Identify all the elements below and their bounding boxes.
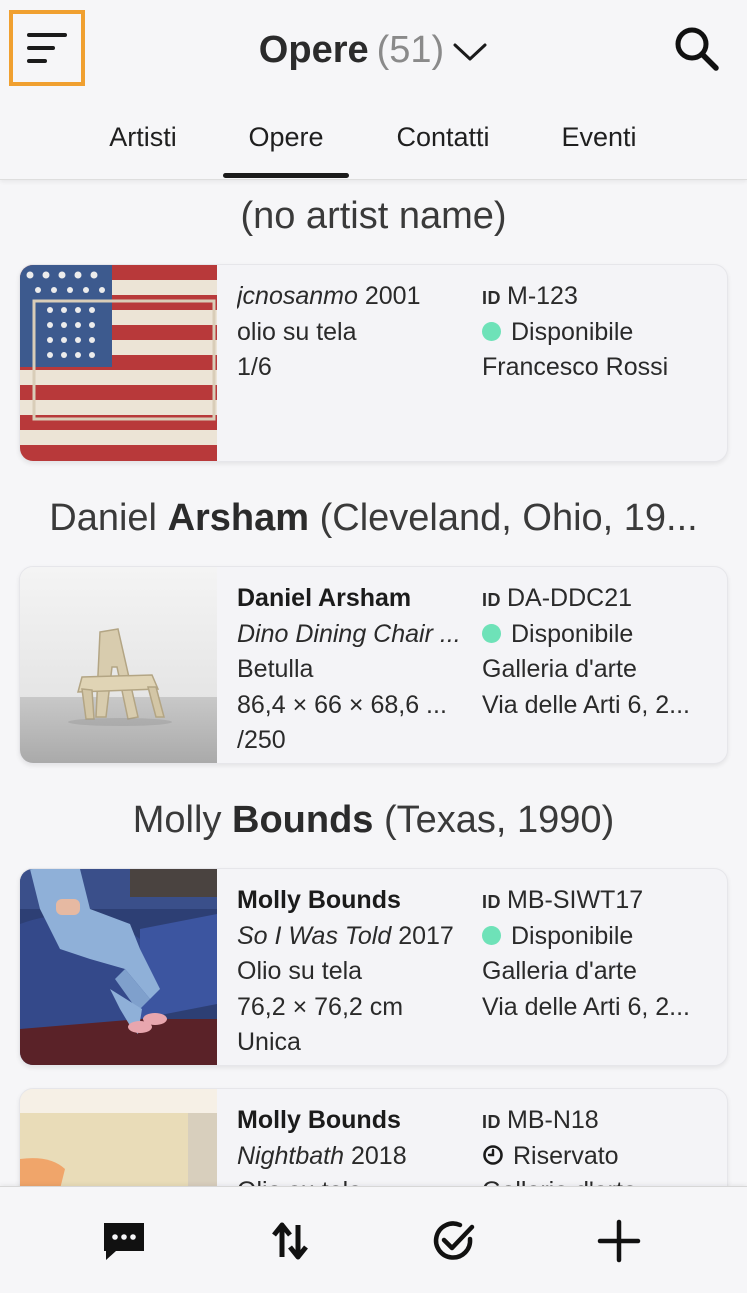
app-root: Opere (51) Artisti Opere Contatti Eventi …	[0, 0, 747, 1293]
group-header-daniel-arsham: Daniel Arsham (Cleveland, Ohio, 19...	[0, 494, 747, 542]
artwork-id: MB-N18	[507, 1106, 599, 1134]
artwork-meta: ID M-123 Disponibile Francesco Rossi	[482, 279, 722, 386]
artwork-artist: Daniel Arsham	[237, 584, 412, 612]
clock-icon	[483, 1144, 503, 1165]
artwork-thumbnail-chair	[20, 567, 217, 763]
bottom-toolbar	[0, 1186, 747, 1293]
artwork-thumbnail-seated-figure	[20, 869, 217, 1065]
tab-artisti[interactable]: Artisti	[92, 112, 194, 180]
available-status-dot	[482, 925, 501, 945]
available-status-dot	[482, 321, 501, 341]
plus-icon[interactable]	[595, 1217, 643, 1265]
artwork-medium: olio su tela	[237, 317, 357, 346]
artwork-card[interactable]: jcnosanmo 2001 olio su tela 1/6 ID M-123 …	[19, 264, 728, 462]
artwork-thumbnail-nightbath	[20, 1089, 217, 1186]
artwork-location: Galleria d'arte	[482, 655, 637, 683]
artwork-dimensions: 86,4 × 66 × 68,6 ...	[237, 690, 447, 719]
artwork-medium: Betulla	[237, 655, 314, 683]
artwork-title: Nightbath	[237, 1141, 345, 1170]
artwork-artist: Molly Bounds	[237, 1106, 401, 1134]
artwork-artist: Molly Bounds	[237, 886, 401, 914]
artwork-title-year: So I Was Told 2017	[237, 919, 467, 955]
artwork-title-year: jcnosanmo 2001	[237, 279, 467, 315]
status-label: Disponibile	[511, 921, 634, 950]
tab-eventi[interactable]: Eventi	[540, 112, 658, 180]
active-tab-indicator	[223, 173, 349, 178]
artwork-list[interactable]: (no artist name) jcnosanmo 2001 olio su …	[0, 180, 747, 1186]
available-status-dot	[482, 623, 501, 643]
group-header-details: (Cleveland, Ohio, 19...	[309, 497, 698, 539]
artwork-info: Molly Bounds So I Was Told 2017 Olio su …	[237, 883, 467, 1061]
search-icon[interactable]	[672, 24, 722, 74]
artwork-card[interactable]: Molly Bounds Nightbath 2018 Olio su tela…	[19, 1088, 728, 1186]
artwork-info: jcnosanmo 2001 olio su tela 1/6	[237, 279, 467, 386]
chevron-down-icon	[453, 43, 487, 61]
top-header: Opere (51) Artisti Opere Contatti Eventi	[0, 0, 747, 180]
artwork-status: Disponibile	[482, 919, 722, 955]
artwork-meta: ID DA-DDC21 Disponibile Galleria d'arte V…	[482, 581, 722, 723]
artwork-title-year: Dino Dining Chair ...	[237, 617, 467, 653]
artwork-address: Via delle Arti 6, 2...	[482, 992, 690, 1021]
artwork-title: So I Was Told	[237, 921, 392, 950]
artwork-meta: ID MB-N18 Riservato Galleria d'arte	[482, 1103, 722, 1186]
artwork-meta: ID MB-SIWT17 Disponibile Galleria d'arte …	[482, 883, 722, 1025]
id-tag: ID	[482, 1112, 501, 1132]
artwork-id-line: ID M-123	[482, 279, 722, 315]
artwork-status: Riservato	[482, 1139, 722, 1175]
artwork-edition: 1/6	[237, 353, 272, 381]
id-tag: ID	[482, 590, 501, 610]
status-label: Riservato	[513, 1141, 619, 1170]
group-header-details: (Texas, 1990)	[373, 799, 615, 841]
id-tag: ID	[482, 288, 501, 308]
tab-bar: Artisti Opere Contatti Eventi	[0, 112, 747, 180]
artwork-location: Galleria d'arte	[482, 957, 637, 985]
sort-icon[interactable]	[266, 1217, 314, 1265]
artwork-id: M-123	[507, 282, 578, 310]
group-header-first: Molly	[132, 799, 232, 841]
artwork-title-year: Nightbath 2018	[237, 1139, 467, 1175]
artwork-card[interactable]: Daniel Arsham Dino Dining Chair ... Betu…	[19, 566, 728, 764]
group-header-text: (no artist name)	[240, 195, 507, 237]
status-label: Disponibile	[511, 619, 634, 648]
artwork-id-line: ID DA-DDC21	[482, 581, 722, 617]
artwork-location: Galleria d'arte	[482, 1174, 722, 1186]
item-count: (51)	[376, 29, 445, 71]
artwork-year: 2018	[350, 1141, 407, 1170]
artwork-address: Via delle Arti 6, 2...	[482, 690, 690, 719]
group-header-first: Daniel	[49, 497, 168, 539]
id-tag: ID	[482, 892, 501, 912]
group-header-no-artist: (no artist name)	[0, 192, 747, 240]
artwork-edition: /250	[237, 726, 286, 754]
artwork-edition: Unica	[237, 1028, 301, 1056]
artwork-info: Molly Bounds Nightbath 2018 Olio su tela	[237, 1103, 467, 1186]
artwork-card[interactable]: Molly Bounds So I Was Told 2017 Olio su …	[19, 868, 728, 1066]
artwork-title: Dino Dining Chair ...	[237, 619, 461, 648]
tab-opere[interactable]: Opere	[223, 112, 349, 180]
artwork-id-line: ID MB-SIWT17	[482, 883, 722, 919]
chat-icon[interactable]	[100, 1217, 148, 1265]
artwork-location: Francesco Rossi	[482, 353, 669, 381]
artwork-id: DA-DDC21	[507, 584, 633, 612]
check-circle-icon[interactable]	[430, 1217, 478, 1265]
tab-contatti[interactable]: Contatti	[378, 112, 508, 180]
page-title-text: Opere	[258, 29, 369, 71]
page-title[interactable]: Opere (51)	[0, 26, 747, 74]
artwork-year: 2017	[398, 921, 454, 950]
artwork-id-line: ID MB-N18	[482, 1103, 722, 1139]
artwork-medium: Olio su tela	[237, 1174, 467, 1186]
status-label: Disponibile	[511, 317, 634, 346]
artwork-year: 2001	[364, 282, 421, 310]
artwork-status: Disponibile	[482, 315, 722, 351]
group-header-last: Bounds	[232, 799, 374, 841]
group-header-last: Arsham	[167, 497, 310, 539]
artwork-info: Daniel Arsham Dino Dining Chair ... Betu…	[237, 581, 467, 759]
artwork-id: MB-SIWT17	[507, 886, 644, 914]
artwork-thumbnail-flag	[20, 265, 217, 461]
artwork-medium: Olio su tela	[237, 957, 363, 985]
artwork-status: Disponibile	[482, 617, 722, 653]
artwork-title: jcnosanmo	[237, 282, 358, 310]
group-header-molly-bounds: Molly Bounds (Texas, 1990)	[0, 796, 747, 844]
artwork-dimensions: 76,2 × 76,2 cm	[237, 992, 404, 1021]
